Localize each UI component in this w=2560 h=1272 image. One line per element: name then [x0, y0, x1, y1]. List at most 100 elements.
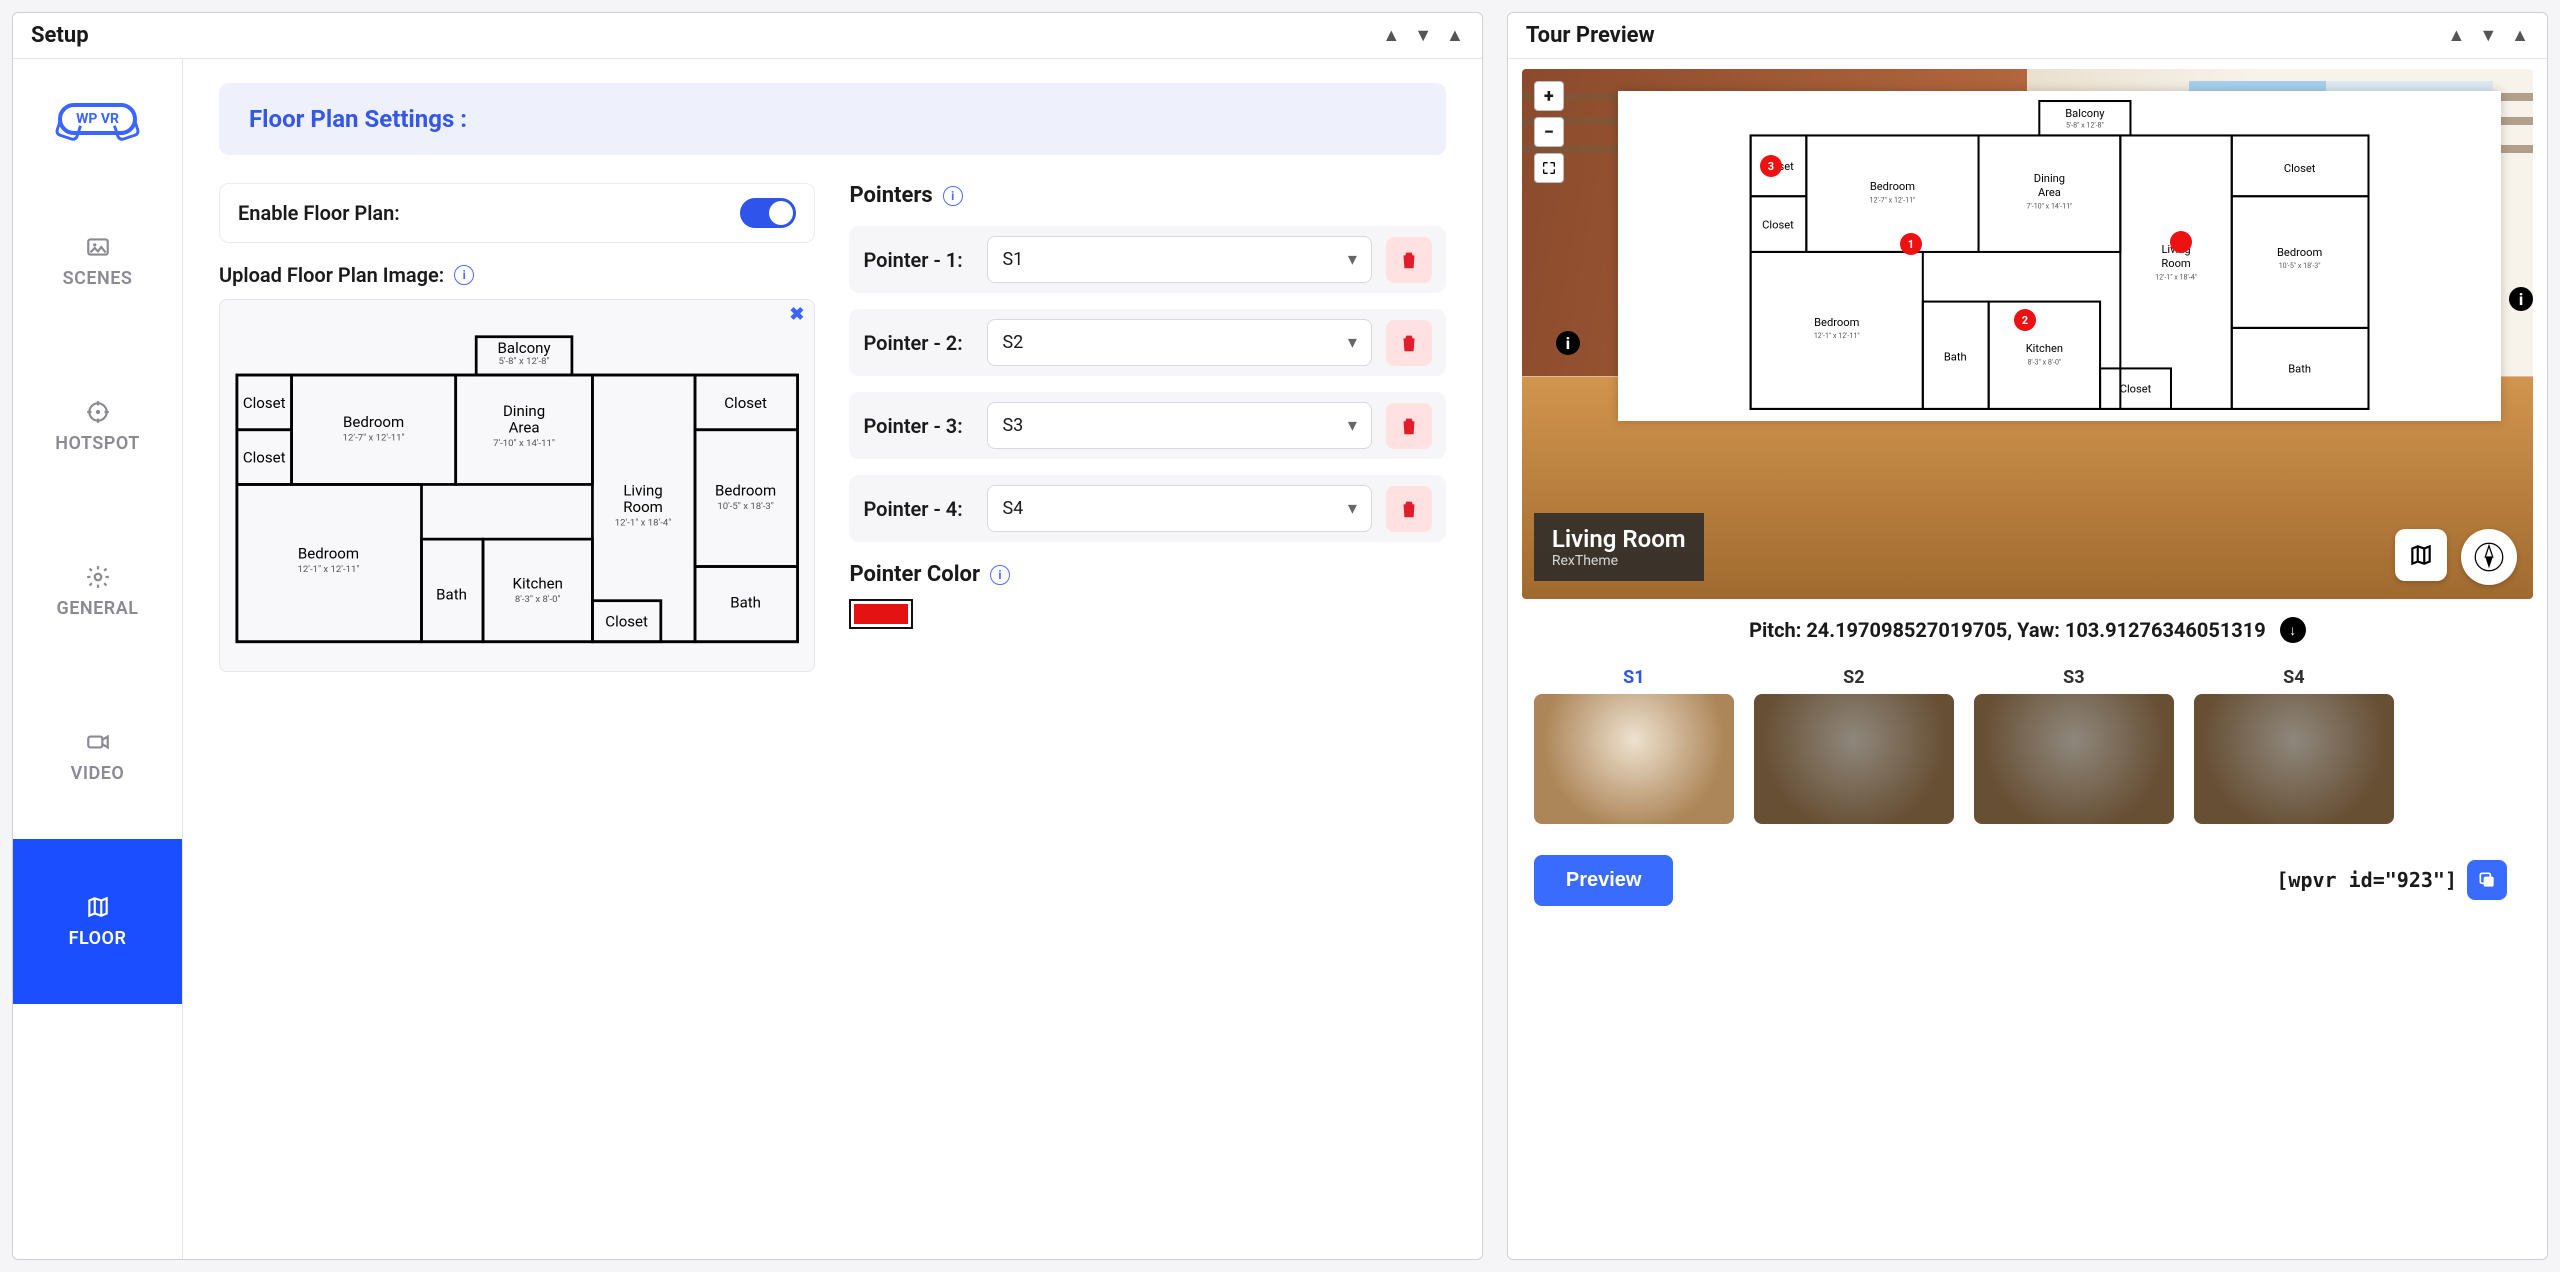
tour-viewport[interactable]: + − i i Balcony5'-8" x 12'-8" Closet Clo… — [1522, 69, 2533, 599]
svg-text:Closet: Closet — [2120, 383, 2152, 396]
sidebar-item-label: HOTSPOT — [55, 433, 140, 454]
pointer-row-1: Pointer - 1: S1▾ — [849, 226, 1445, 293]
sidebar-item-floor[interactable]: FLOOR — [13, 839, 182, 1004]
info-icon[interactable]: i — [943, 186, 963, 206]
sidebar-item-label: VIDEO — [71, 763, 125, 784]
scene-thumbnail — [1974, 694, 2174, 824]
floor-plan-thumbnail: ✖ Balcony5'-8" x 12'-8" Closet Closet Be… — [219, 299, 815, 672]
pointer-color-title: Pointer Color — [849, 562, 980, 587]
scene-tab-s4[interactable]: S4 — [2194, 667, 2394, 824]
pointer-value: S1 — [1002, 249, 1023, 270]
svg-text:Dining: Dining — [503, 402, 545, 420]
trash-icon — [1398, 332, 1420, 354]
pointer-color-picker[interactable] — [849, 599, 913, 629]
caret-icon[interactable]: ▲ — [1446, 25, 1464, 46]
delete-pointer-button[interactable] — [1386, 320, 1432, 366]
preview-header: Tour Preview ▲ ▼ ▲ — [1508, 13, 2547, 59]
scene-tab-s2[interactable]: S2 — [1754, 667, 1954, 824]
pointer-select-1[interactable]: S1▾ — [987, 236, 1371, 283]
section-title: Floor Plan Settings : — [219, 83, 1446, 155]
fullscreen-button[interactable] — [1534, 153, 1564, 183]
copy-shortcode-button[interactable] — [2467, 860, 2507, 900]
pitch-label: Pitch: — [1749, 618, 1801, 642]
svg-text:5'-8" x 12'-8": 5'-8" x 12'-8" — [498, 356, 549, 367]
compass-icon — [2474, 542, 2504, 572]
zoom-in-button[interactable]: + — [1534, 81, 1564, 111]
scene-thumbnail — [1754, 694, 1954, 824]
svg-text:10'-5" x 18'-3": 10'-5" x 18'-3" — [717, 501, 774, 512]
pointer-value: S3 — [1002, 415, 1023, 436]
sidebar-item-scenes[interactable]: SCENES — [13, 179, 182, 344]
scene-title: Living Room — [1552, 525, 1686, 553]
scene-tab-s1[interactable]: S1 — [1534, 667, 1734, 824]
sidebar-item-general[interactable]: GENERAL — [13, 509, 182, 674]
setup-sidebar: WP VR SCENES HOTSPOT GENERAL VIDEO — [13, 59, 183, 1259]
svg-text:Bedroom: Bedroom — [715, 481, 776, 499]
svg-text:Closet: Closet — [1762, 219, 1794, 232]
pointer-label: Pointer - 2: — [863, 330, 973, 356]
floor-plan-overlay[interactable]: Balcony5'-8" x 12'-8" Closet Closet Bedr… — [1618, 91, 2501, 421]
svg-text:Closet: Closet — [243, 394, 286, 412]
overlay-pointer[interactable]: 1 — [1900, 233, 1922, 255]
download-icon[interactable]: ↓ — [2280, 617, 2306, 643]
svg-text:8'-3" x 8'-0": 8'-3" x 8'-0" — [2027, 357, 2061, 366]
pointer-value: S2 — [1002, 332, 1023, 353]
yaw-label: Yaw: — [2017, 618, 2060, 642]
pointer-row-2: Pointer - 2: S2 ▾ — [849, 309, 1445, 376]
sidebar-item-hotspot[interactable]: HOTSPOT — [13, 344, 182, 509]
svg-text:Closet: Closet — [2284, 162, 2316, 175]
pointer-select-2[interactable]: S2 ▾ — [987, 319, 1371, 366]
target-icon — [85, 399, 111, 425]
delete-pointer-button[interactable] — [1386, 486, 1432, 532]
enable-floor-plan-toggle[interactable] — [740, 198, 796, 228]
info-icon[interactable]: i — [454, 265, 474, 285]
hotspot-info-left[interactable]: i — [1556, 331, 1580, 355]
chevron-down-icon: ▾ — [1348, 332, 1357, 353]
svg-text:Kitchen: Kitchen — [513, 574, 563, 592]
scene-tab-s3[interactable]: S3 — [1974, 667, 2174, 824]
shortcode-text: [wpvr id="923"] — [2276, 868, 2457, 892]
floor-plan-overlay-svg: Balcony5'-8" x 12'-8" Closet Closet Bedr… — [1626, 99, 2493, 413]
scene-author: RexTheme — [1552, 553, 1686, 569]
pointer-select-4[interactable]: S4▾ — [987, 485, 1371, 532]
overlay-pointer[interactable]: 3 — [1760, 155, 1782, 177]
delete-pointer-button[interactable] — [1386, 237, 1432, 283]
sidebar-item-video[interactable]: VIDEO — [13, 674, 182, 839]
collapse-down-icon[interactable]: ▼ — [1414, 25, 1432, 46]
bottom-actions: Preview [wpvr id="923"] — [1522, 834, 2533, 910]
pointer-label: Pointer - 3: — [863, 413, 973, 439]
svg-text:10'-5" x 18'-3": 10'-5" x 18'-3" — [2279, 261, 2321, 270]
collapse-up-icon[interactable]: ▲ — [1382, 25, 1400, 46]
svg-text:Room: Room — [2161, 257, 2190, 270]
svg-text:Dining: Dining — [2034, 172, 2065, 185]
toggle-floorplan-button[interactable] — [2395, 529, 2447, 581]
scene-tabs: S1 S2 S3 S4 — [1522, 661, 2533, 834]
hotspot-info-right[interactable]: i — [2509, 287, 2533, 311]
compass-button[interactable] — [2461, 529, 2517, 585]
svg-text:Room: Room — [623, 498, 663, 516]
pointer-select-3[interactable]: S3▾ — [987, 402, 1371, 449]
gear-icon — [85, 564, 111, 590]
overlay-pointer[interactable]: 2 — [2014, 309, 2036, 331]
setup-header: Setup ▲ ▼ ▲ — [13, 13, 1482, 59]
svg-text:12'-1" x 12'-11": 12'-1" x 12'-11" — [298, 564, 360, 575]
svg-text:Kitchen: Kitchen — [2026, 342, 2063, 355]
overlay-pointer[interactable] — [2170, 231, 2192, 253]
remove-image-icon[interactable]: ✖ — [789, 304, 804, 325]
setup-title: Setup — [31, 23, 89, 48]
svg-text:Bath: Bath — [2288, 362, 2311, 375]
pointer-row-3: Pointer - 3: S3▾ — [849, 392, 1445, 459]
zoom-out-button[interactable]: − — [1534, 117, 1564, 147]
svg-text:Area: Area — [509, 418, 540, 436]
scene-tab-label: S2 — [1843, 667, 1864, 688]
preview-header-controls: ▲ ▼ ▲ — [2448, 25, 2529, 46]
pointer-label: Pointer - 1: — [863, 247, 973, 273]
collapse-up-icon[interactable]: ▲ — [2448, 25, 2466, 46]
caret-icon[interactable]: ▲ — [2511, 25, 2529, 46]
svg-text:12'-7" x 12'-11": 12'-7" x 12'-11" — [1869, 195, 1915, 204]
preview-button[interactable]: Preview — [1534, 855, 1674, 906]
delete-pointer-button[interactable] — [1386, 403, 1432, 449]
sidebar-item-label: SCENES — [63, 268, 133, 289]
info-icon[interactable]: i — [990, 565, 1010, 585]
collapse-down-icon[interactable]: ▼ — [2479, 25, 2497, 46]
